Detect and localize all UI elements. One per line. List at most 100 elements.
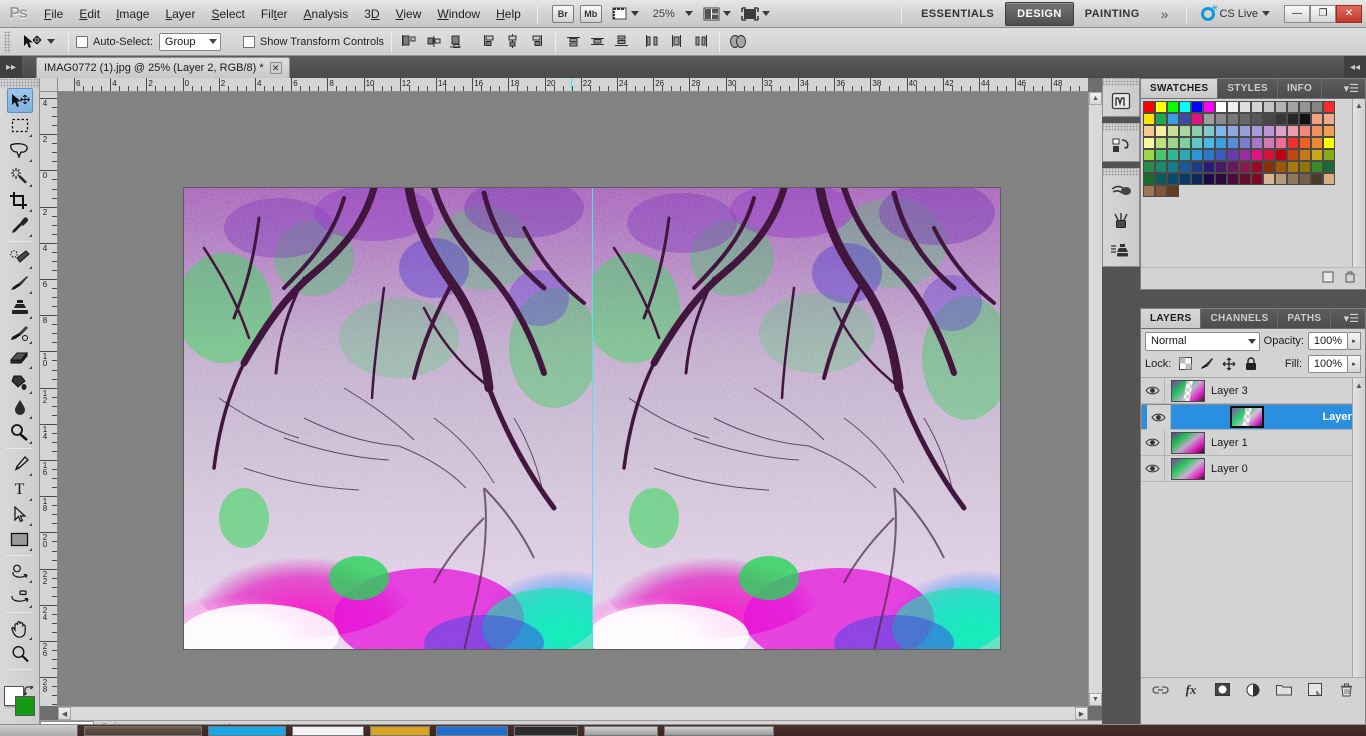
swatch-cell[interactable]: [1203, 125, 1215, 137]
swatches-scrollbar[interactable]: ▲: [1352, 99, 1365, 267]
fill-stepper-icon[interactable]: ▸: [1348, 354, 1361, 373]
tool-3d-object-rotate[interactable]: [7, 559, 33, 584]
workspace-more-button[interactable]: »: [1151, 6, 1179, 22]
swatch-cell[interactable]: [1155, 125, 1167, 137]
swatch-cell[interactable]: [1299, 125, 1311, 137]
swatch-cell[interactable]: [1287, 113, 1299, 125]
swatch-cell[interactable]: [1215, 149, 1227, 161]
tab-paths[interactable]: PATHS: [1278, 309, 1332, 328]
swatch-cell[interactable]: [1155, 113, 1167, 125]
tool-move[interactable]: [6, 88, 33, 113]
view-extras-button[interactable]: [612, 7, 639, 21]
swatch-cell[interactable]: [1323, 137, 1335, 149]
swatch-cell[interactable]: [1239, 125, 1251, 137]
minimize-button[interactable]: —: [1284, 4, 1310, 23]
opacity-control[interactable]: 100% ▸: [1308, 332, 1361, 350]
layer-visibility-toggle[interactable]: [1141, 456, 1165, 481]
tool-dodge[interactable]: [7, 420, 33, 445]
swatch-cell[interactable]: [1323, 125, 1335, 137]
align-bottom-edges-button[interactable]: [526, 32, 548, 52]
swatch-cell[interactable]: [1227, 113, 1239, 125]
swatch-cell[interactable]: [1179, 125, 1191, 137]
horizontal-ruler[interactable]: 6 4 2 0 2 4 6 8 10 12 14 16 18 20 22 24 26 28 30 32 34 36 38 40…: [58, 78, 1088, 92]
taskbar-item[interactable]: [436, 726, 508, 736]
swatch-cell[interactable]: [1311, 101, 1323, 113]
layer-row[interactable]: Layer 3: [1141, 378, 1365, 404]
swatch-cell[interactable]: [1143, 173, 1155, 185]
scroll-left-arrow-icon[interactable]: ◀: [58, 707, 71, 720]
menu-3d[interactable]: 3D: [356, 3, 387, 25]
brush-presets-panel-button[interactable]: [1103, 176, 1139, 206]
swatch-cell[interactable]: [1143, 113, 1155, 125]
swatch-cell[interactable]: [1215, 137, 1227, 149]
swatch-cell[interactable]: [1239, 113, 1251, 125]
menu-layer[interactable]: Layer: [157, 3, 203, 25]
swatch-cell[interactable]: [1227, 137, 1239, 149]
new-group-button[interactable]: [1275, 681, 1293, 699]
add-layer-mask-button[interactable]: [1213, 681, 1231, 699]
distribute-right-edges-button[interactable]: [690, 32, 712, 52]
layer-style-button[interactable]: fx: [1182, 681, 1200, 699]
lock-transparent-pixels-button[interactable]: [1177, 356, 1193, 372]
tool-spot-healing-brush[interactable]: [7, 245, 33, 270]
layer-row[interactable]: Layer 2: [1141, 404, 1365, 430]
align-horizontal-centers-button[interactable]: [423, 32, 445, 52]
swatch-cell[interactable]: [1167, 137, 1179, 149]
swatch-cell[interactable]: [1167, 125, 1179, 137]
launch-mini-bridge-button[interactable]: Mb: [579, 4, 602, 23]
mini-bridge-panel-button[interactable]: [1103, 86, 1139, 116]
swatch-cell[interactable]: [1299, 149, 1311, 161]
swatch-cell[interactable]: [1263, 149, 1275, 161]
swatch-cell[interactable]: [1239, 173, 1251, 185]
scroll-up-arrow-icon[interactable]: ▲: [1089, 92, 1102, 105]
swatch-cell[interactable]: [1239, 161, 1251, 173]
menu-view[interactable]: View: [388, 3, 430, 25]
swatch-cell[interactable]: [1203, 137, 1215, 149]
swatch-cell[interactable]: [1251, 173, 1263, 185]
start-button[interactable]: [0, 725, 78, 736]
distribute-left-edges-button[interactable]: [642, 32, 664, 52]
swatch-cell[interactable]: [1275, 173, 1287, 185]
swatch-cell[interactable]: [1227, 125, 1239, 137]
swatch-cell[interactable]: [1323, 113, 1335, 125]
current-tool-preset[interactable]: [16, 34, 61, 50]
expand-panels-button[interactable]: ▸▸: [0, 56, 22, 78]
workspace-painting[interactable]: PAINTING: [1074, 3, 1151, 25]
tool-history-brush[interactable]: [7, 320, 33, 345]
swatch-cell[interactable]: [1299, 173, 1311, 185]
swatch-cell[interactable]: [1239, 137, 1251, 149]
canvas-vertical-scrollbar[interactable]: ▲ ▼: [1088, 92, 1102, 706]
swatch-cell[interactable]: [1227, 173, 1239, 185]
swatch-cell[interactable]: [1239, 101, 1251, 113]
tool-clone-stamp[interactable]: [7, 295, 33, 320]
swatch-cell[interactable]: [1251, 101, 1263, 113]
swatch-cell[interactable]: [1275, 113, 1287, 125]
swatch-cell[interactable]: [1287, 137, 1299, 149]
swatch-cell[interactable]: [1203, 149, 1215, 161]
swatch-cell[interactable]: [1251, 113, 1263, 125]
swatch-cell[interactable]: [1323, 161, 1335, 173]
swatch-cell[interactable]: [1179, 149, 1191, 161]
swatch-cell[interactable]: [1143, 149, 1155, 161]
swatch-cell[interactable]: [1215, 101, 1227, 113]
tool-brush[interactable]: [7, 270, 33, 295]
swatch-cell[interactable]: [1311, 137, 1323, 149]
swatch-cell[interactable]: [1167, 161, 1179, 173]
swatches-panel-menu-button[interactable]: ▾☰: [1338, 79, 1365, 98]
swatch-cell[interactable]: [1311, 149, 1323, 161]
dock-grip[interactable]: [1103, 168, 1139, 176]
workspace-essentials[interactable]: ESSENTIALS: [910, 3, 1005, 25]
tool-rectangular-marquee[interactable]: [7, 113, 33, 138]
tool-quick-selection[interactable]: [7, 163, 33, 188]
distribute-bottom-edges-button[interactable]: [611, 32, 633, 52]
tool-3d-camera-rotate[interactable]: [7, 584, 33, 609]
tab-channels[interactable]: CHANNELS: [1201, 309, 1279, 328]
swatch-cell[interactable]: [1299, 137, 1311, 149]
layer-visibility-toggle[interactable]: [1147, 404, 1171, 430]
menu-filter[interactable]: Filter: [253, 3, 296, 25]
opacity-stepper-icon[interactable]: ▸: [1348, 332, 1361, 350]
swatch-cell[interactable]: [1143, 125, 1155, 137]
lock-position-button[interactable]: [1221, 356, 1237, 372]
layer-visibility-toggle[interactable]: [1141, 430, 1165, 455]
taskbar-item[interactable]: [84, 726, 202, 736]
